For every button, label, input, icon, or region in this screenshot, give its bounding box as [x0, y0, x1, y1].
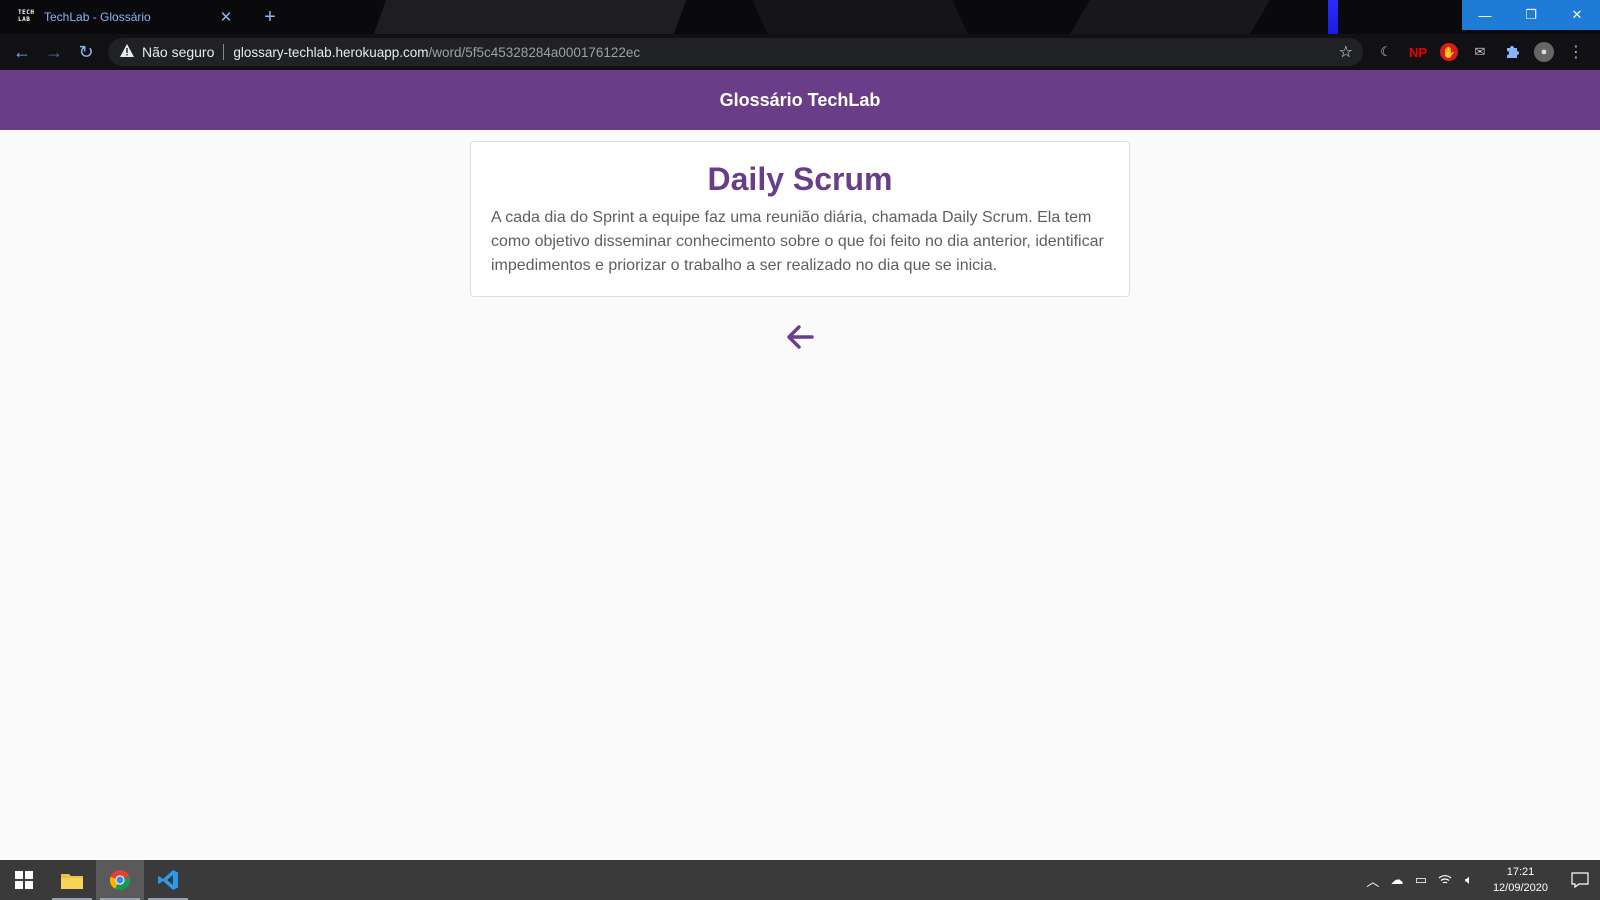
chevron-up-icon[interactable]: ︿: [1361, 871, 1385, 890]
url-path: /word/5f5c45328284a000176122ec: [428, 44, 641, 60]
word-card: Daily Scrum A cada dia do Sprint a equip…: [470, 141, 1130, 297]
taskbar: ︿ ☁ ▭ 🔈︎ 17:21 12/09/2020: [0, 860, 1600, 900]
battery-icon[interactable]: ▭: [1409, 872, 1433, 888]
wallpaper-shape: [1070, 0, 1270, 34]
back-nav-button[interactable]: ←: [6, 36, 38, 68]
app-title: Glossário TechLab: [719, 89, 881, 110]
back-button[interactable]: [780, 320, 820, 354]
tab-close-icon[interactable]: ✕: [218, 8, 234, 26]
taskbar-clock[interactable]: 17:21 12/09/2020: [1493, 864, 1548, 896]
reload-button[interactable]: ↻: [70, 36, 102, 68]
new-tab-button[interactable]: +: [258, 5, 282, 29]
extension-np-icon[interactable]: NP: [1408, 42, 1428, 62]
taskbar-chrome[interactable]: [96, 860, 144, 900]
taskbar-file-explorer[interactable]: [48, 860, 96, 900]
extensions-puzzle-icon[interactable]: [1502, 42, 1522, 62]
minimize-button[interactable]: —: [1462, 0, 1508, 30]
forward-nav-button[interactable]: →: [38, 36, 70, 68]
start-button[interactable]: [0, 860, 48, 900]
word-definition: A cada dia do Sprint a equipe faz uma re…: [491, 209, 1104, 274]
wallpaper-shape: [752, 0, 968, 34]
volume-icon[interactable]: 🔈︎: [1457, 872, 1481, 888]
techlab-favicon-icon: TECH LAB: [18, 9, 35, 23]
profile-avatar-icon[interactable]: ●: [1534, 42, 1554, 62]
extension-mail-icon[interactable]: ✉: [1470, 42, 1490, 62]
warning-icon: [120, 44, 136, 60]
system-tray: ︿ ☁ ▭ 🔈︎ 17:21 12/09/2020: [1361, 860, 1600, 900]
browser-tab[interactable]: TECH LAB TechLab - Glossário ✕: [8, 0, 244, 34]
windows-logo-icon: [15, 871, 33, 889]
arrow-right-icon: →: [45, 41, 63, 62]
clock-date: 12/09/2020: [1492, 882, 1548, 894]
browser-tab-strip: TECH LAB TechLab - Glossário ✕ + — ❐ ✕: [0, 0, 1600, 34]
url-host: glossary-techlab.herokuapp.com: [233, 44, 429, 60]
app-header: Glossário TechLab: [0, 70, 1600, 130]
restore-button[interactable]: ❐: [1508, 0, 1554, 30]
folder-icon: [61, 874, 83, 889]
omnibox-divider: [223, 44, 225, 60]
arrow-left-icon: ←: [13, 41, 31, 62]
notification-center-icon[interactable]: [1560, 860, 1600, 900]
onedrive-cloud-icon[interactable]: ☁: [1385, 872, 1409, 888]
extension-moon-icon[interactable]: ☾: [1376, 42, 1396, 62]
clock-time: 17:21: [1506, 866, 1535, 878]
vscode-icon: [158, 870, 178, 890]
reload-icon: ↻: [78, 41, 94, 62]
tab-title: TechLab - Glossário: [44, 10, 151, 24]
wifi-icon[interactable]: [1433, 873, 1457, 888]
wallpaper-shape: [373, 0, 687, 34]
extension-hand-icon[interactable]: ✋: [1440, 43, 1458, 61]
address-bar[interactable]: Não seguro glossary-techlab.herokuapp.co…: [108, 38, 1363, 66]
chrome-icon: [109, 870, 131, 891]
browser-toolbar: ← → ↻ Não seguro glossary-techlab.heroku…: [0, 34, 1600, 70]
window-controls: — ❐ ✕: [1462, 0, 1600, 30]
arrow-left-icon: [787, 325, 814, 349]
word-term: Daily Scrum: [707, 161, 893, 197]
extension-icons: ☾ NP ✋ ✉ ● ⋮: [1376, 34, 1586, 70]
browser-menu-icon[interactable]: ⋮: [1566, 42, 1586, 62]
bookmark-star-icon[interactable]: ☆: [1339, 42, 1353, 62]
taskbar-vscode[interactable]: [144, 860, 192, 900]
close-window-button[interactable]: ✕: [1554, 0, 1600, 30]
security-label[interactable]: Não seguro: [142, 44, 214, 60]
